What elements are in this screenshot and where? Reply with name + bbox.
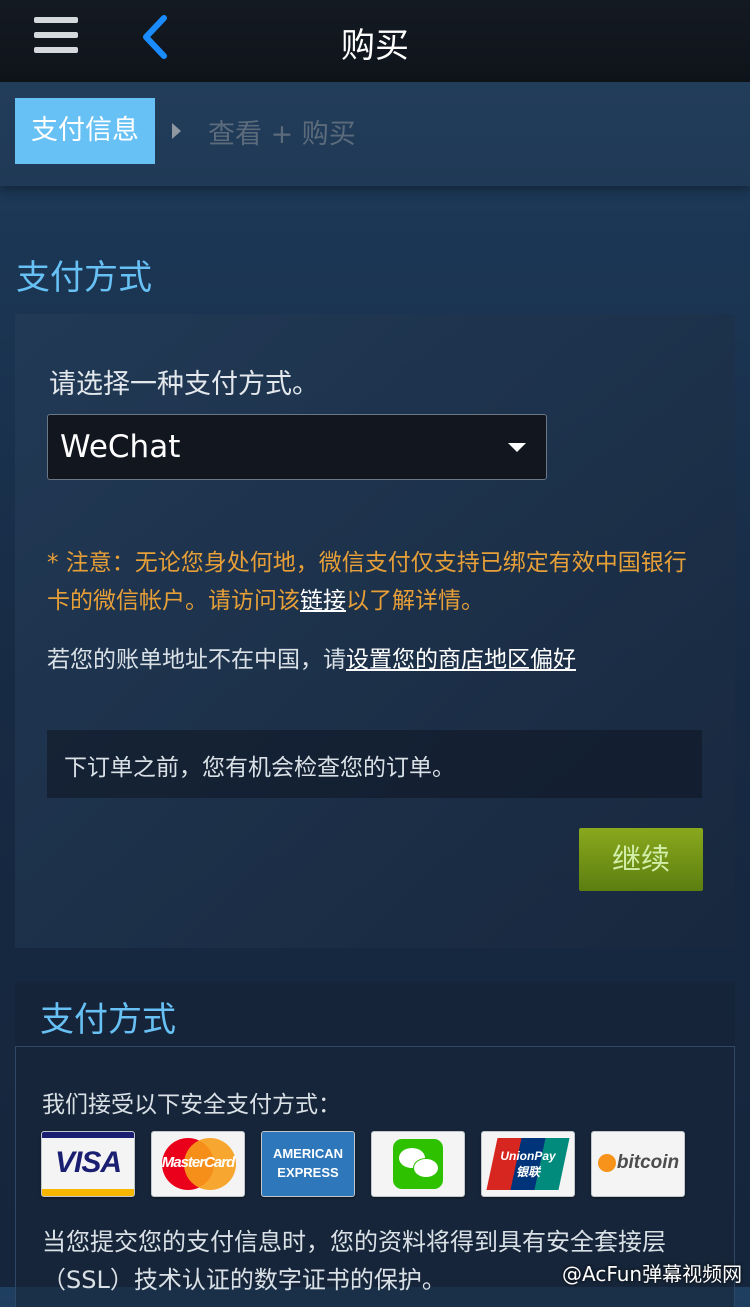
visa-label: VISA [54,1146,122,1179]
accepted-methods-panel: 支付方式 我们接受以下安全支付方式： VISA MasterCard AMERI… [15,982,735,1307]
review-info-box: 下订单之前，您有机会检查您的订单。 [47,730,702,798]
step-payment-info: 支付信息 [15,98,155,164]
notice-text-end: 以了解详情。 [346,588,484,614]
dropdown-arrow-icon [508,443,526,452]
wechat-notice: * 注意：无论您身处何地，微信支付仅支持已绑定有效中国银行卡的微信帐户。请访问该… [47,544,707,620]
step-review-purchase: 查看 + 购买 [208,119,356,150]
bitcoin-icon: bitcoin [591,1131,685,1197]
payment-panel: 请选择一种支付方式。 WeChat * 注意：无论您身处何地，微信支付仅支持已绑… [15,314,735,948]
amex-label: AMERICAN EXPRESS [272,1146,344,1180]
payment-method-select[interactable]: WeChat [47,414,547,480]
amex-icon: AMERICAN EXPRESS [261,1131,355,1197]
unionpay-label: UnionPay 银联 [500,1149,556,1179]
region-text: 若您的账单地址不在中国，请 [47,647,346,673]
mastercard-label: MasterCard [161,1154,236,1171]
wechat-icon [371,1131,465,1197]
step-arrow-icon [172,123,181,139]
visa-icon: VISA [41,1131,135,1197]
accept-text: 我们接受以下安全支付方式： [42,1092,341,1118]
unionpay-icon: UnionPay 银联 [481,1131,575,1197]
top-bar: 购买 [0,0,750,83]
bitcoin-label: bitcoin [616,1152,680,1173]
store-region-link[interactable]: 设置您的商店地区偏好 [346,647,576,673]
payment-method-heading: 支付方式 [16,258,152,298]
checkout-steps: 支付信息 查看 + 购买 [0,82,750,186]
mastercard-icon: MasterCard [151,1131,245,1197]
accepted-methods-heading: 支付方式 [40,1000,176,1040]
notice-link[interactable]: 链接 [300,588,346,614]
region-note: 若您的账单地址不在中国，请设置您的商店地区偏好 [47,640,576,674]
choose-method-label: 请选择一种支付方式。 [49,369,319,400]
watermark: @AcFun弹幕视频网 [562,1262,743,1286]
review-text: 下订单之前，您有机会检查您的订单。 [64,755,455,781]
continue-button[interactable]: 继续 [579,828,703,891]
page-title: 购买 [341,26,409,66]
selected-method: WeChat [60,429,181,465]
